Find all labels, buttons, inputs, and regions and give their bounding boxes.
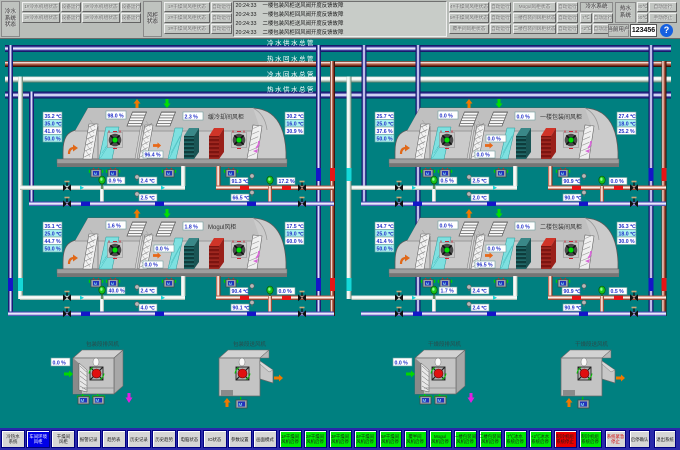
svg-text:0.0 %: 0.0 % [477,153,491,159]
svg-text:0.0 %: 0.0 % [145,263,159,269]
svg-text:M: M [443,171,446,176]
svg-text:M: M [229,281,232,286]
svg-text:2.3 %: 2.3 % [185,115,199,121]
svg-text:91.3 ℃: 91.3 ℃ [232,178,250,185]
svg-text:0.0 %: 0.0 % [488,137,502,143]
svg-text:17.2 %: 17.2 % [279,179,296,185]
svg-text:M: M [426,171,429,176]
svg-text:M: M [111,171,114,176]
svg-text:M: M [499,281,502,286]
svg-text:25.2 %: 25.2 % [619,129,636,135]
svg-text:M: M [94,281,97,286]
svg-text:35.0 ℃: 35.0 ℃ [45,121,63,128]
svg-text:2.5 ℃: 2.5 ℃ [473,178,488,185]
svg-text:30.9 %: 30.9 % [287,129,304,135]
svg-text:2.4 ℃: 2.4 ℃ [473,288,488,295]
svg-text:M: M [581,402,585,407]
svg-text:M: M [438,398,442,403]
svg-text:1.8 %: 1.8 % [185,225,199,231]
svg-text:2.4 ℃: 2.4 ℃ [141,178,156,185]
svg-text:M: M [94,171,97,176]
svg-text:0.0 %: 0.0 % [440,114,454,120]
svg-text:M: M [81,398,85,403]
svg-text:0.5 %: 0.5 % [441,179,455,185]
svg-text:17.5 ℃: 17.5 ℃ [287,223,305,230]
svg-text:19.0 ℃: 19.0 ℃ [287,231,305,238]
svg-text:一楼包装间风柜: 一楼包装间风柜 [540,113,582,121]
svg-text:0.0 %: 0.0 % [517,115,531,121]
svg-text:Mogul风柜: Mogul风柜 [208,223,236,231]
svg-text:M: M [96,398,100,403]
svg-text:0.0 %: 0.0 % [395,361,409,367]
svg-text:2.4 ℃: 2.4 ℃ [473,305,488,312]
svg-text:96.5 %: 96.5 % [477,263,494,269]
svg-text:35.1 ℃: 35.1 ℃ [45,223,63,230]
svg-text:0.5 %: 0.5 % [611,289,625,295]
svg-text:90.9 ℃: 90.9 ℃ [564,178,582,185]
svg-text:35.2 ℃: 35.2 ℃ [45,113,63,120]
svg-text:M: M [111,281,114,286]
svg-text:干燥段送风机: 干燥段送风机 [575,340,609,348]
svg-text:0.0 %: 0.0 % [156,247,170,253]
svg-text:缓冷却间风柜: 缓冷却间风柜 [208,113,244,121]
svg-text:36.3 ℃: 36.3 ℃ [619,223,637,230]
svg-text:0.0 %: 0.0 % [488,247,502,253]
svg-text:16.0 ℃: 16.0 ℃ [287,121,305,128]
svg-text:M: M [239,402,243,407]
svg-text:25.0 ℃: 25.0 ℃ [45,231,63,238]
svg-text:M: M [499,171,502,176]
svg-text:25.7 ℃: 25.7 ℃ [377,113,395,120]
svg-text:0.0 %: 0.0 % [440,224,454,230]
svg-text:40.0 %: 40.0 % [109,289,126,295]
svg-text:96.4 %: 96.4 % [145,153,162,159]
svg-text:热水供水总管: 热水供水总管 [267,85,315,94]
svg-text:M: M [167,171,170,176]
svg-text:66.5 ℃: 66.5 ℃ [233,195,251,202]
svg-text:0.9 %: 0.9 % [109,179,123,185]
svg-text:冷水供水总管: 冷水供水总管 [267,38,315,47]
svg-text:27.4 ℃: 27.4 ℃ [619,113,637,120]
svg-text:2.0 ℃: 2.0 ℃ [473,195,488,202]
svg-text:1.6 %: 1.6 % [108,224,122,230]
svg-text:50.0 %: 50.0 % [377,137,394,143]
svg-text:0.0 %: 0.0 % [279,289,293,295]
svg-text:包装段排风机: 包装段排风机 [86,340,120,348]
svg-text:30.0 %: 30.0 % [619,239,636,245]
svg-text:M: M [561,171,564,176]
svg-text:二楼包装间风柜: 二楼包装间风柜 [540,223,582,231]
svg-text:25.0 ℃: 25.0 ℃ [377,121,395,128]
svg-text:干燥段排风机: 干燥段排风机 [428,340,462,348]
svg-text:90.1 ℃: 90.1 ℃ [233,305,251,312]
svg-text:90.4 ℃: 90.4 ℃ [232,288,250,295]
svg-text:25.0 ℃: 25.0 ℃ [377,231,395,238]
svg-text:M: M [443,281,446,286]
svg-text:90.9 ℃: 90.9 ℃ [565,305,583,312]
svg-text:50.0 %: 50.0 % [377,247,394,253]
svg-text:34.7 ℃: 34.7 ℃ [377,223,395,230]
svg-text:M: M [167,281,170,286]
svg-text:冷水回水总管: 冷水回水总管 [267,70,315,79]
svg-text:50.0 %: 50.0 % [45,247,62,253]
svg-text:60.0 %: 60.0 % [287,239,304,245]
svg-text:热水回水总管: 热水回水总管 [267,54,315,63]
svg-text:30.2 ℃: 30.2 ℃ [287,113,305,120]
svg-text:M: M [561,281,564,286]
svg-text:0.0 %: 0.0 % [517,225,531,231]
svg-text:98.0 %: 98.0 % [108,114,125,120]
svg-text:0.0 %: 0.0 % [611,179,625,185]
svg-text:M: M [423,398,427,403]
svg-text:18.0 ℃: 18.0 ℃ [619,231,637,238]
svg-text:0.0 %: 0.0 % [53,361,67,367]
svg-text:4.0 ℃: 4.0 ℃ [141,305,156,312]
svg-text:18.0 ℃: 18.0 ℃ [619,121,637,128]
svg-text:50.0 %: 50.0 % [45,137,62,143]
svg-text:2.4 ℃: 2.4 ℃ [141,288,156,295]
svg-text:2.5 ℃: 2.5 ℃ [141,195,156,202]
svg-text:M: M [426,281,429,286]
svg-text:90.0 ℃: 90.0 ℃ [565,195,583,202]
svg-text:包装段送风机: 包装段送风机 [233,340,267,348]
svg-text:1.7 %: 1.7 % [441,289,455,295]
svg-text:M: M [229,171,232,176]
svg-text:90.9 ℃: 90.9 ℃ [564,288,582,295]
